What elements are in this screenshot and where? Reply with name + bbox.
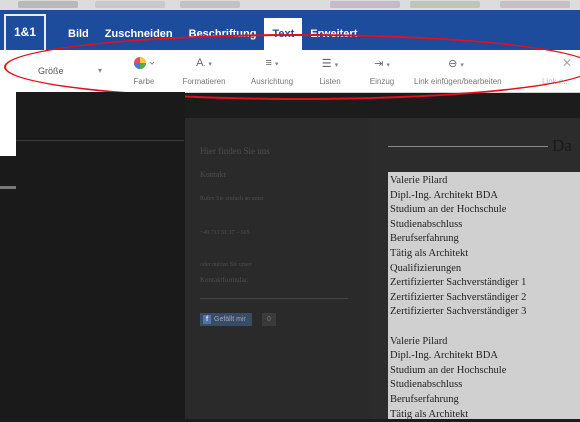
text-format-icon: A. ▾ <box>196 57 212 69</box>
alignment-button[interactable]: ≡ ▾ Ausrichtung <box>244 50 300 92</box>
format-label: Formatieren <box>176 77 232 86</box>
facebook-icon: f <box>203 315 211 324</box>
divider-line <box>16 140 184 141</box>
contact-heading: Hier finden Sie uns <box>200 146 270 156</box>
close-icon[interactable]: ✕ <box>562 56 572 70</box>
content-text-lines[interactable]: Valerie Pilard Dipl.-Ing. Architekt BDA … <box>390 174 526 422</box>
text-line: Berufserfahrung <box>390 393 526 408</box>
insert-link-label: Link einfügen/bearbeiten <box>414 77 498 86</box>
bookmark-item[interactable] <box>330 1 400 8</box>
text-line: Dipl.-Ing. Architekt BDA <box>390 189 526 204</box>
contact-kontakt: Kontakt <box>200 170 226 179</box>
alignment-label: Ausrichtung <box>244 77 300 86</box>
contact-phone: +49 711 51 37 – 605 <box>200 230 250 236</box>
format-button[interactable]: A. ▾ Formatieren <box>176 50 232 92</box>
indent-label: Einzug <box>360 77 404 86</box>
heading-rule <box>388 146 548 147</box>
text-line: Dipl.-Ing. Architekt BDA <box>390 349 526 364</box>
tab-erweitert[interactable]: Erweitert <box>302 18 365 50</box>
content-heading: Da <box>552 136 572 156</box>
contact-line1: Rufen Sie einfach an unter <box>200 196 264 202</box>
tab-text[interactable]: Text <box>264 18 302 50</box>
text-line: Zertifizierter Sachverständiger 3 <box>390 305 526 320</box>
text-line: Zertifizierter Sachverständiger 2 <box>390 291 526 306</box>
scroll-indicator <box>0 186 16 189</box>
indent-button[interactable]: ⇥ ▾ Einzug <box>360 50 404 92</box>
text-toolbar: Größe ▾ Farbe A. ▾ Formatieren ≡ ▾ Ausri… <box>0 50 580 93</box>
editor-tab-bar: 1&1 Bild Zuschneiden Beschriftung Text E… <box>0 10 580 50</box>
bookmark-item[interactable] <box>95 1 165 8</box>
text-line: Qualifizierungen <box>390 262 526 277</box>
list-icon: ☰ ▾ <box>322 57 338 70</box>
bookmark-item[interactable] <box>18 1 78 8</box>
facebook-like-button[interactable]: f Gefällt mir <box>200 313 252 326</box>
editor-tabs: Bild Zuschneiden Beschriftung Text Erwei… <box>60 18 365 50</box>
browser-bookmark-bar <box>0 0 580 10</box>
contact-form-link[interactable]: Kontaktformular. <box>200 276 248 284</box>
facebook-like-label: Gefällt mir <box>214 316 246 323</box>
left-background-panel <box>0 92 185 419</box>
indent-icon: ⇥ ▾ <box>374 57 390 70</box>
tab-beschriftung[interactable]: Beschriftung <box>181 18 265 50</box>
text-line: Valerie Pilard <box>390 335 526 350</box>
link-icon: ⊖ ▾ <box>448 57 464 70</box>
insert-link-button[interactable]: ⊖ ▾ Link einfügen/bearbeiten <box>414 50 498 92</box>
text-line: Studienabschluss <box>390 218 526 233</box>
text-line: Studium an der Hochschule <box>390 364 526 379</box>
text-line: Tätig als Architekt <box>390 247 526 262</box>
contact-column <box>185 118 370 419</box>
left-white-strip <box>0 92 16 156</box>
contact-line2: oder nutzen Sie unser <box>200 262 252 268</box>
text-line: Studienabschluss <box>390 378 526 393</box>
color-label: Farbe <box>124 77 164 86</box>
text-line: Berufserfahrung <box>390 232 526 247</box>
text-line: Studium an der Hochschule <box>390 203 526 218</box>
tab-bild[interactable]: Bild <box>60 18 97 50</box>
tab-zuschneiden[interactable]: Zuschneiden <box>97 18 181 50</box>
text-line <box>390 320 526 335</box>
contact-divider <box>200 298 348 299</box>
text-line: Tätig als Architekt <box>390 408 526 422</box>
bookmark-item[interactable] <box>180 1 240 8</box>
list-button[interactable]: ☰ ▾ Listen <box>310 50 350 92</box>
remove-link-label: Link e... <box>536 77 576 86</box>
bookmark-item[interactable] <box>410 1 480 8</box>
chevron-down-icon: ▾ <box>98 66 102 75</box>
text-line: Zertifizierter Sachverständiger 1 <box>390 276 526 291</box>
color-wheel-icon <box>133 56 155 70</box>
color-button[interactable]: Farbe <box>124 50 164 92</box>
font-size-label: Größe <box>38 66 64 76</box>
font-size-select[interactable]: Größe ▾ <box>28 64 106 80</box>
like-count: 0 <box>262 313 276 326</box>
bookmark-item[interactable] <box>500 1 570 8</box>
list-label: Listen <box>310 77 350 86</box>
text-line: Valerie Pilard <box>390 174 526 189</box>
brand-logo: 1&1 <box>4 14 46 50</box>
align-left-icon: ≡ ▾ <box>266 57 279 69</box>
